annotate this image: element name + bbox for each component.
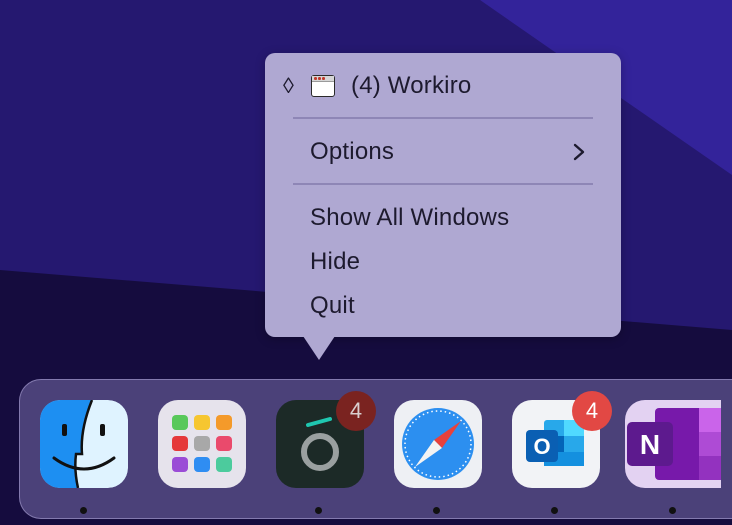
menu-item-label: Hide <box>310 248 361 275</box>
dock-context-menu: ◊ (4) Workiro Options Show All Windows H… <box>265 53 621 337</box>
menu-item-options[interactable]: Options <box>265 132 621 172</box>
dock-app-finder[interactable] <box>40 400 128 488</box>
menu-item-hide[interactable]: Hide <box>265 242 621 282</box>
dock-app-launchpad[interactable] <box>158 400 246 488</box>
svg-text:N: N <box>640 429 660 460</box>
chevron-right-icon <box>573 143 585 161</box>
menu-item-window[interactable]: ◊ (4) Workiro <box>265 66 621 106</box>
menu-item-label: Options <box>310 138 395 165</box>
dock-app-safari[interactable] <box>394 400 482 488</box>
running-indicator <box>315 507 322 514</box>
running-indicator <box>669 507 676 514</box>
menu-item-label: Show All Windows <box>310 204 510 231</box>
window-icon <box>311 75 335 97</box>
running-indicator <box>80 507 87 514</box>
notification-badge: 4 <box>572 391 612 431</box>
menu-item-label: Quit <box>310 292 355 319</box>
menu-pointer <box>303 336 335 360</box>
menu-item-quit[interactable]: Quit <box>265 286 621 326</box>
safari-icon <box>402 408 474 480</box>
menu-separator <box>293 183 593 185</box>
dock-app-onenote[interactable]: N <box>625 400 721 488</box>
menu-item-show-all-windows[interactable]: Show All Windows <box>265 198 621 238</box>
minimized-diamond-icon: ◊ <box>283 73 295 98</box>
notification-badge: 4 <box>336 391 376 431</box>
finder-icon <box>40 400 128 488</box>
running-indicator <box>433 507 440 514</box>
onenote-icon: N <box>627 408 721 480</box>
menu-item-window-label: (4) Workiro <box>351 72 472 99</box>
launchpad-icon <box>172 415 232 472</box>
running-indicator <box>551 507 558 514</box>
menu-separator <box>293 117 593 119</box>
svg-text:O: O <box>533 434 550 459</box>
